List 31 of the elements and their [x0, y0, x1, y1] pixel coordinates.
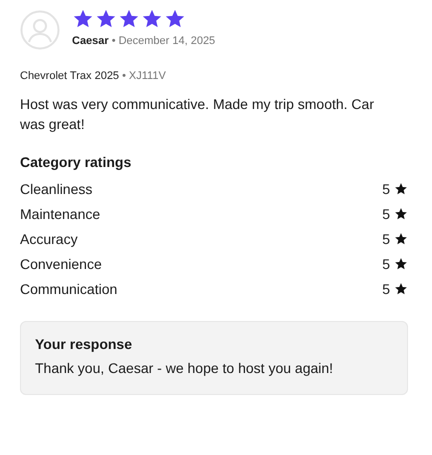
vehicle-name: Chevrolet Trax 2025: [20, 70, 120, 82]
star-icon: [394, 256, 408, 270]
star-icon: [394, 206, 408, 220]
star-icon: [164, 8, 186, 30]
reviewer-name: Caesar: [72, 35, 109, 47]
review-date: December 14, 2025: [118, 35, 216, 47]
category-score: 5: [382, 280, 390, 296]
separator-dot: •: [122, 70, 126, 82]
category-label: Cleanliness: [20, 180, 92, 196]
license-plate: XJ111V: [128, 70, 166, 82]
star-icon: [394, 282, 408, 296]
category-score: 5: [382, 230, 390, 246]
category-label: Accuracy: [20, 230, 78, 246]
separator-dot: •: [112, 35, 116, 47]
star-icon: [95, 8, 117, 30]
response-text: Thank you, Caesar - we hope to host you again!: [35, 360, 334, 376]
category-score: 5: [382, 180, 390, 196]
section-heading: Category ratings: [20, 154, 132, 170]
category-label: Convenience: [20, 256, 102, 272]
category-label: Communication: [20, 280, 118, 296]
review-text: Host was very communicative. Made my trip smooth. Car was great!: [20, 95, 375, 134]
avatar-icon: [20, 10, 60, 50]
response-heading: Your response: [35, 336, 133, 352]
star-icon: [394, 232, 408, 246]
star-icon: [118, 8, 140, 30]
category-score: 5: [382, 256, 390, 272]
star-icon: [141, 8, 163, 30]
category-score: 5: [382, 206, 390, 222]
category-label: Maintenance: [20, 206, 100, 222]
star-icon: [72, 8, 94, 30]
star-icon: [394, 182, 408, 196]
